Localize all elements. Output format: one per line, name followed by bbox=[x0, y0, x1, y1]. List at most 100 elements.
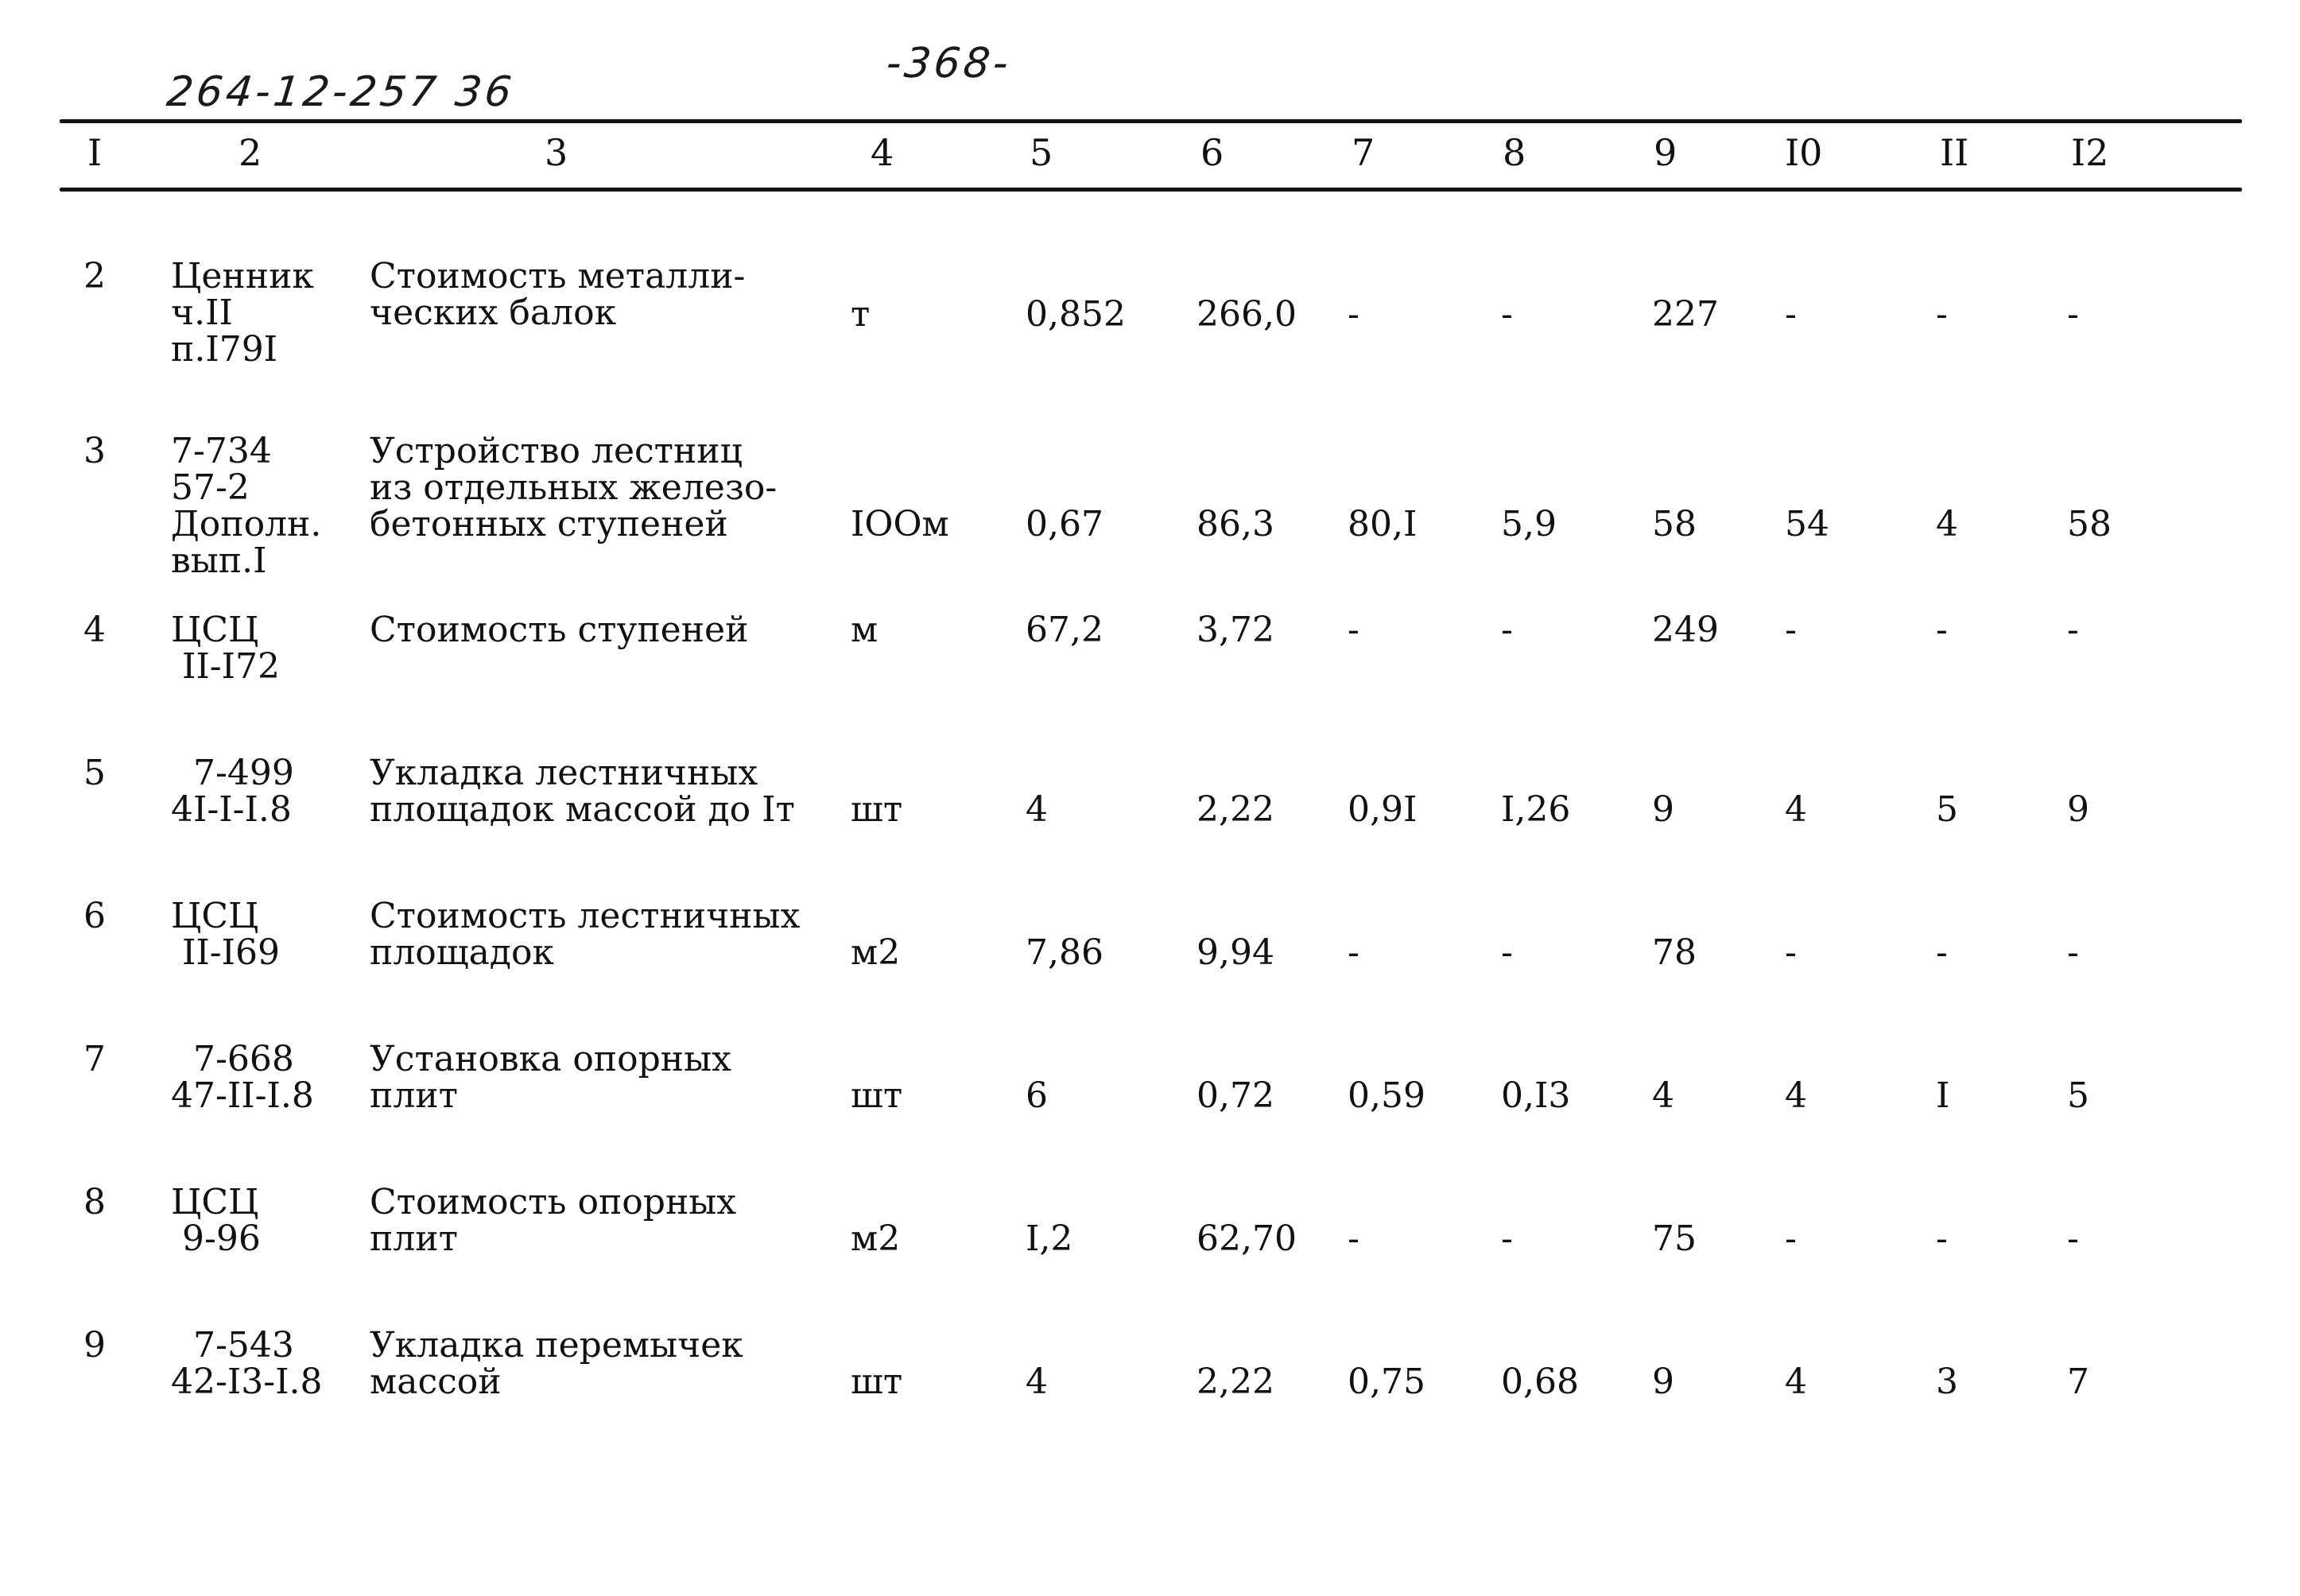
cell-unit: шт bbox=[851, 1075, 903, 1116]
column-header-12: I2 bbox=[2071, 131, 2109, 174]
cell-unit: шт bbox=[851, 789, 903, 830]
cell-no: 3 bbox=[83, 431, 106, 471]
cell-c8: 5,9 bbox=[1501, 504, 1557, 544]
cell-c11: - bbox=[1936, 1218, 1948, 1259]
cell-code: ЦСЦ II-I72 bbox=[171, 610, 280, 687]
cell-name: Укладка лестничных площадок массой до Iт bbox=[370, 753, 795, 830]
table-header-bottom-rule bbox=[60, 188, 2242, 192]
cell-c9: 249 bbox=[1652, 610, 1719, 650]
column-header-5: 5 bbox=[1030, 131, 1053, 174]
cell-c7: 0,75 bbox=[1348, 1362, 1425, 1402]
cell-c7: - bbox=[1348, 932, 1359, 973]
cell-no: 7 bbox=[83, 1039, 106, 1079]
cell-c5: 67,2 bbox=[1026, 610, 1103, 650]
cell-c5: 4 bbox=[1026, 789, 1048, 830]
cell-c8: - bbox=[1501, 610, 1513, 650]
cell-no: 6 bbox=[83, 896, 106, 936]
cell-c8: - bbox=[1501, 932, 1513, 973]
table-top-rule bbox=[60, 119, 2242, 123]
column-header-7: 7 bbox=[1352, 131, 1375, 174]
column-header-6: 6 bbox=[1200, 131, 1224, 174]
cell-no: 9 bbox=[83, 1325, 106, 1366]
cell-unit: т bbox=[851, 294, 871, 335]
cell-c11: I bbox=[1936, 1075, 1950, 1116]
cell-c10: - bbox=[1785, 1218, 1797, 1259]
column-header-1: I bbox=[87, 131, 103, 174]
cell-name: Стоимость ступеней bbox=[370, 610, 749, 650]
cell-code: ЦСЦ II-I69 bbox=[171, 896, 280, 973]
cell-c12: 5 bbox=[2067, 1075, 2089, 1116]
cell-c12: 58 bbox=[2067, 504, 2112, 544]
cell-name: Стоимость опорных плит bbox=[370, 1182, 737, 1259]
cell-c6: 2,22 bbox=[1197, 789, 1274, 830]
cell-c10: 54 bbox=[1785, 504, 1829, 544]
cell-c9: 78 bbox=[1652, 932, 1697, 973]
cell-c6: 9,94 bbox=[1197, 932, 1274, 973]
cell-c7: 0,59 bbox=[1348, 1075, 1425, 1116]
cell-code: Ценник ч.II п.I79I bbox=[171, 256, 314, 370]
cell-c8: - bbox=[1501, 1218, 1513, 1259]
cell-no: 2 bbox=[83, 256, 106, 296]
cell-unit: IOOм bbox=[851, 504, 949, 544]
cell-c5: 4 bbox=[1026, 1362, 1048, 1402]
cell-c9: 9 bbox=[1652, 1362, 1674, 1402]
cell-c10: 4 bbox=[1785, 789, 1807, 830]
cell-c8: 0,I3 bbox=[1501, 1075, 1571, 1116]
cell-c10: - bbox=[1785, 932, 1797, 973]
column-header-3: 3 bbox=[545, 131, 568, 174]
cell-c7: - bbox=[1348, 1218, 1359, 1259]
cell-c11: 5 bbox=[1936, 789, 1958, 830]
cell-c12: 9 bbox=[2067, 789, 2089, 830]
cell-c11: 4 bbox=[1936, 504, 1958, 544]
cell-no: 4 bbox=[83, 610, 106, 650]
cell-name: Устройство лестниц из отдельных железо- … bbox=[370, 431, 778, 544]
cell-c12: - bbox=[2067, 932, 2079, 973]
cell-c6: 62,70 bbox=[1197, 1218, 1297, 1259]
cell-c5: 0,67 bbox=[1026, 504, 1103, 544]
cell-c10: - bbox=[1785, 294, 1797, 335]
cell-code: 7-499 4I-I-I.8 bbox=[171, 753, 294, 830]
cell-c5: 7,86 bbox=[1026, 932, 1103, 973]
cell-c8: - bbox=[1501, 294, 1513, 335]
column-header-4: 4 bbox=[871, 131, 894, 174]
cell-c7: - bbox=[1348, 294, 1359, 335]
cell-c12: - bbox=[2067, 294, 2079, 335]
column-header-9: 9 bbox=[1654, 131, 1677, 174]
cell-no: 8 bbox=[83, 1182, 106, 1222]
cell-c6: 0,72 bbox=[1197, 1075, 1274, 1116]
cell-c8: 0,68 bbox=[1501, 1362, 1579, 1402]
cell-c6: 86,3 bbox=[1197, 504, 1274, 544]
cell-c10: 4 bbox=[1785, 1075, 1807, 1116]
column-header-11: II bbox=[1940, 131, 1969, 174]
cell-c11: - bbox=[1936, 294, 1948, 335]
cell-code: 7-734 57-2 Дополн. вып.I bbox=[171, 431, 322, 581]
cell-code: 7-668 47-II-I.8 bbox=[171, 1039, 314, 1116]
cell-c9: 58 bbox=[1652, 504, 1697, 544]
cell-name: Укладка перемычек массой bbox=[370, 1325, 743, 1402]
cell-c5: I,2 bbox=[1026, 1218, 1073, 1259]
cell-c9: 9 bbox=[1652, 789, 1674, 830]
cell-c8: I,26 bbox=[1501, 789, 1571, 830]
cell-c6: 266,0 bbox=[1197, 294, 1297, 335]
cell-c11: 3 bbox=[1936, 1362, 1958, 1402]
cell-c6: 3,72 bbox=[1197, 610, 1274, 650]
cell-unit: м2 bbox=[851, 932, 901, 973]
cell-no: 5 bbox=[83, 753, 106, 793]
cell-c10: 4 bbox=[1785, 1362, 1807, 1402]
cell-c11: - bbox=[1936, 932, 1948, 973]
column-header-8: 8 bbox=[1503, 131, 1526, 174]
cell-c12: - bbox=[2067, 610, 2079, 650]
cell-unit: м2 bbox=[851, 1218, 901, 1259]
cell-c7: 0,9I bbox=[1348, 789, 1418, 830]
cell-c7: 80,I bbox=[1348, 504, 1418, 544]
cell-c11: - bbox=[1936, 610, 1948, 650]
cell-name: Стоимость лестничных площадок bbox=[370, 896, 801, 973]
column-header-10: I0 bbox=[1785, 131, 1823, 174]
cell-c12: 7 bbox=[2067, 1362, 2089, 1402]
cell-c9: 4 bbox=[1652, 1075, 1674, 1116]
column-header-2: 2 bbox=[239, 131, 262, 174]
cell-c6: 2,22 bbox=[1197, 1362, 1274, 1402]
cell-name: Стоимость металли- ческих балок bbox=[370, 256, 746, 333]
cell-unit: м bbox=[851, 610, 878, 650]
cell-c5: 0,852 bbox=[1026, 294, 1126, 335]
